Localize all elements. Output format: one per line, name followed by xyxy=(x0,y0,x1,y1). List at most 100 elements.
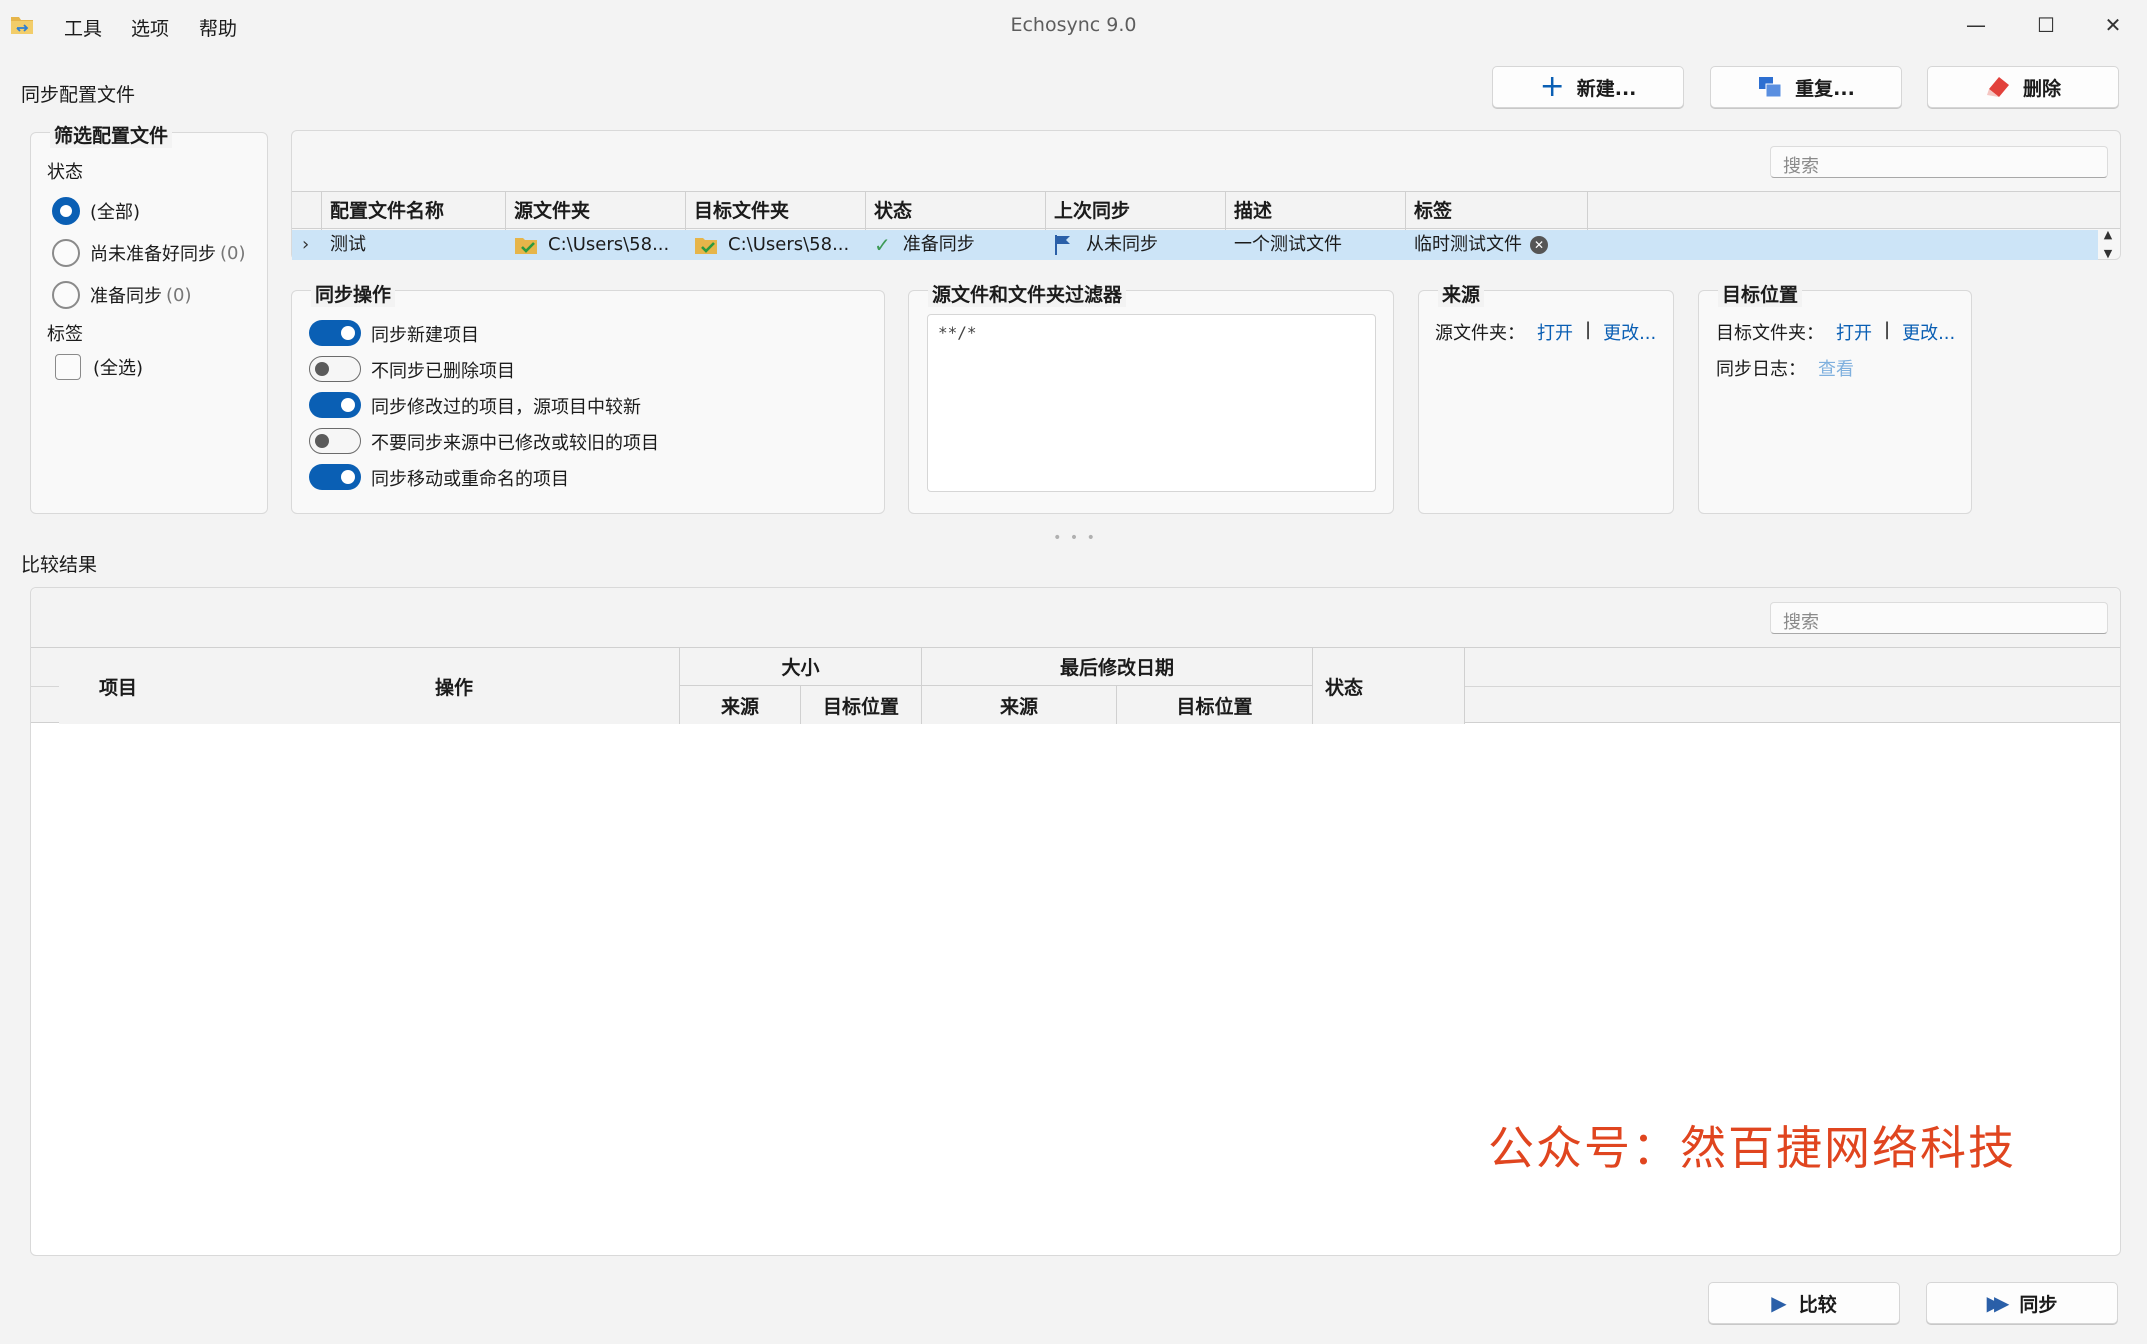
toggle-sync-deleted[interactable] xyxy=(309,356,361,382)
sync-deleted-label: 不同步已删除项目 xyxy=(371,361,515,382)
sync-modified-newer-label: 同步修改过的项目，源项目中较新 xyxy=(371,397,641,418)
source-folder-label: 源文件夹： xyxy=(1435,323,1525,344)
compare-button[interactable]: ▶ 比较 xyxy=(1708,1282,1900,1324)
profile-table-header: 配置文件名称 源文件夹 目标文件夹 状态 上次同步 描述 标签 xyxy=(292,191,2120,230)
new-button-label: 新建... xyxy=(1576,77,1637,100)
toggle-sync-moved[interactable] xyxy=(309,464,361,490)
sync-log-view-link[interactable]: 查看 xyxy=(1818,355,1854,381)
eraser-icon xyxy=(1986,77,2009,97)
col-item[interactable]: 项目 xyxy=(59,648,424,724)
tags-filter-label: 标签 xyxy=(47,324,83,345)
sync-new-label: 同步新建项目 xyxy=(371,325,479,346)
sync-button[interactable]: ▶▶ 同步 xyxy=(1926,1282,2118,1324)
window-title: Echosync 9.0 xyxy=(1010,14,1137,36)
sync-ops-title: 同步操作 xyxy=(311,280,396,307)
col-profile-name[interactable]: 配置文件名称 xyxy=(322,192,506,230)
status-ready-count: (0) xyxy=(166,284,192,306)
checkmark-icon: ✓ xyxy=(874,233,891,257)
plus-icon: + xyxy=(1539,69,1565,104)
folder-check-icon xyxy=(515,238,537,254)
toggle-sync-modified-newer[interactable] xyxy=(309,392,361,418)
filters-textarea[interactable]: **/* xyxy=(927,314,1376,492)
source-link-separator: | xyxy=(1585,319,1592,340)
col-target-folder[interactable]: 目标文件夹 xyxy=(686,192,866,230)
col-status[interactable]: 状态 xyxy=(866,192,1046,230)
close-button[interactable]: ✕ xyxy=(2090,8,2136,42)
flag-icon xyxy=(1055,235,1070,255)
source-folder-row: 源文件夹： 打开 | 更改... xyxy=(1435,319,1656,345)
toggle-sync-new[interactable] xyxy=(309,320,361,346)
col-result-status[interactable]: 状态 xyxy=(1313,648,1465,724)
remove-tag-icon[interactable]: ✕ xyxy=(1530,236,1548,254)
target-open-link[interactable]: 打开 xyxy=(1836,319,1872,345)
delete-profile-button[interactable]: 删除 xyxy=(1927,66,2119,108)
col-modified-source[interactable]: 来源 xyxy=(922,686,1117,724)
duplicate-button-label: 重复... xyxy=(1795,77,1855,100)
delete-button-label: 删除 xyxy=(2022,77,2061,100)
source-change-link[interactable]: 更改... xyxy=(1603,319,1656,345)
status-option-not-ready[interactable]: 尚未准备好同步 (0) xyxy=(52,239,246,267)
tags-select-all[interactable]: (全选) xyxy=(55,354,143,380)
status-ready-label: 准备同步 xyxy=(90,286,162,307)
col-description[interactable]: 描述 xyxy=(1226,192,1406,230)
duplicate-profile-button[interactable]: 重复... xyxy=(1710,66,1902,108)
table-scrollbar[interactable]: ▲ ▼ xyxy=(2098,228,2118,260)
new-profile-button[interactable]: + 新建... xyxy=(1492,66,1684,108)
row-last-sync: 从未同步 xyxy=(1046,230,1226,260)
filter-panel-title: 筛选配置文件 xyxy=(50,121,173,148)
radio-ready[interactable] xyxy=(52,281,80,309)
last-sync-text: 从未同步 xyxy=(1086,234,1158,255)
col-size-source[interactable]: 来源 xyxy=(680,686,801,724)
splitter-handle[interactable]: • • • xyxy=(1040,530,1110,546)
results-header: 项目 操作 大小 来源 目标位置 最后修改日期 来源 目标位置 状态 xyxy=(31,647,2120,724)
results-section-title: 比较结果 xyxy=(21,554,98,576)
col-last-sync[interactable]: 上次同步 xyxy=(1046,192,1226,230)
status-all-label: (全部) xyxy=(90,202,141,223)
profiles-section-title: 同步配置文件 xyxy=(21,84,136,106)
target-folder-row: 目标文件夹： 打开 | 更改... xyxy=(1716,319,1955,345)
toggle-sync-modified-older[interactable] xyxy=(309,428,361,454)
compare-button-label: 比较 xyxy=(1798,1293,1837,1316)
status-not-ready-label: 尚未准备好同步 xyxy=(90,244,216,265)
col-tags[interactable]: 标签 xyxy=(1406,192,1588,230)
col-action[interactable]: 操作 xyxy=(395,648,680,724)
minimize-button[interactable]: — xyxy=(1953,8,1999,42)
duplicate-icon xyxy=(1759,77,1782,98)
radio-not-ready[interactable] xyxy=(52,239,80,267)
filters-panel-title: 源文件和文件夹过滤器 xyxy=(928,280,1127,307)
maximize-button[interactable]: ☐ xyxy=(2023,8,2069,42)
watermark-text: 公众号：然百捷网络科技 xyxy=(1488,1121,2016,1175)
header-expand-col xyxy=(292,192,322,230)
tags-select-all-checkbox[interactable] xyxy=(55,354,81,380)
sync-moved-label: 同步移动或重命名的项目 xyxy=(371,469,569,490)
row-expand-chevron-icon[interactable]: › xyxy=(292,230,322,260)
status-option-all[interactable]: (全部) xyxy=(52,197,140,225)
results-search-input[interactable]: 搜索 xyxy=(1770,602,2108,634)
folder-check-icon xyxy=(695,238,717,254)
scroll-up-icon[interactable]: ▲ xyxy=(2104,228,2112,241)
sync-button-label: 同步 xyxy=(2019,1293,2058,1316)
target-change-link[interactable]: 更改... xyxy=(1902,319,1955,345)
col-size-target[interactable]: 目标位置 xyxy=(801,686,922,724)
target-link-separator: | xyxy=(1884,319,1891,340)
sync-modified-older-label: 不要同步来源中已修改或较旧的项目 xyxy=(371,433,659,454)
tags-select-all-label: (全选) xyxy=(93,358,144,379)
source-open-link[interactable]: 打开 xyxy=(1537,319,1573,345)
col-modified-target[interactable]: 目标位置 xyxy=(1117,686,1313,724)
source-path: C:\Users\58... xyxy=(548,234,670,255)
fast-forward-icon: ▶▶ xyxy=(1986,1291,2010,1315)
radio-all[interactable] xyxy=(52,197,80,225)
table-row[interactable]: › 测试 C:\Users\58... C:\Users\58... ✓ 准备同… xyxy=(292,230,2098,260)
col-source-folder[interactable]: 源文件夹 xyxy=(506,192,686,230)
title-bar: 工具 选项 帮助 Echosync 9.0 — ☐ ✕ xyxy=(0,0,2147,52)
status-text: 准备同步 xyxy=(902,234,975,255)
row-description: 一个测试文件 xyxy=(1234,234,1342,255)
profile-search-input[interactable]: 搜索 xyxy=(1770,146,2108,178)
row-tag: 临时测试文件 ✕ xyxy=(1406,230,1588,260)
status-filter-label: 状态 xyxy=(47,162,83,183)
status-option-ready[interactable]: 准备同步 (0) xyxy=(52,281,192,309)
scroll-down-icon[interactable]: ▼ xyxy=(2104,247,2112,260)
target-path: C:\Users\58... xyxy=(728,234,850,255)
sync-log-label: 同步日志： xyxy=(1716,359,1806,380)
target-folder-label: 目标文件夹： xyxy=(1716,323,1824,344)
